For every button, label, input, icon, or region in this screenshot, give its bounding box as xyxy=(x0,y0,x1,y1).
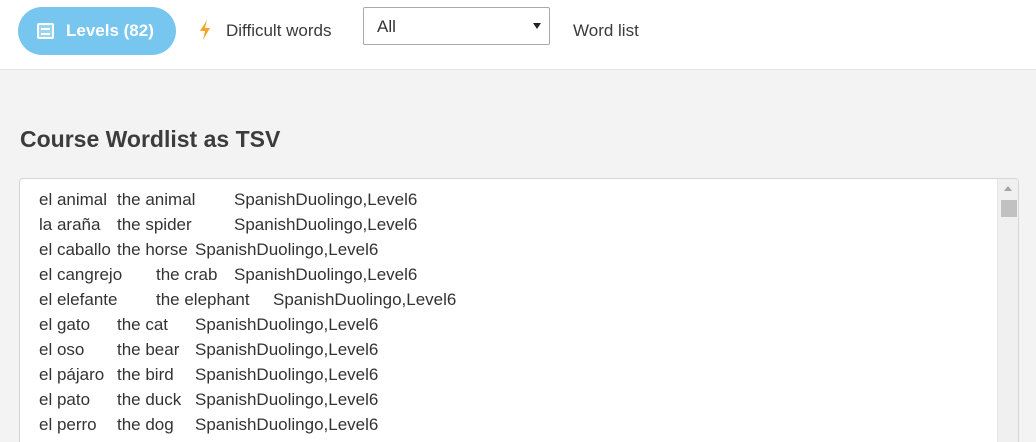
wordlist-row: el elefante the elephant SpanishDuolingo… xyxy=(39,290,639,315)
wordlist-row: el caballo the horse SpanishDuolingo,Lev… xyxy=(39,240,639,265)
spanish-word: el cangrejo xyxy=(39,265,123,284)
spanish-word: el elefante xyxy=(39,290,118,309)
tags: SpanishDuolingo,Level6 xyxy=(234,265,418,284)
chevron-down-icon xyxy=(533,23,541,29)
levels-button-label: Levels (82) xyxy=(66,21,154,40)
spanish-word: el oso xyxy=(39,340,85,359)
english-word: the dog xyxy=(117,415,174,434)
spanish-word: el gato xyxy=(39,315,91,334)
tags: SpanishDuolingo,Level6 xyxy=(195,390,379,409)
tags: SpanishDuolingo,Level6 xyxy=(195,415,379,434)
top-navigation-bar: Levels (82) Difficult words All Word lis… xyxy=(0,0,1036,70)
difficult-words-link[interactable]: Difficult words xyxy=(226,21,332,41)
tags: SpanishDuolingo,Level6 xyxy=(234,215,418,234)
english-word: the duck xyxy=(117,390,182,409)
lightning-bolt-icon[interactable] xyxy=(196,18,214,42)
spanish-word: el perro xyxy=(39,415,97,434)
vertical-scrollbar[interactable] xyxy=(997,179,1018,442)
wordlist-row: la araña the spider SpanishDuolingo,Leve… xyxy=(39,215,639,240)
english-word: the bear xyxy=(117,340,180,359)
english-word: the spider xyxy=(117,215,192,234)
spanish-word: el caballo xyxy=(39,240,111,259)
spanish-word: la araña xyxy=(39,215,101,234)
scrollbar-thumb[interactable] xyxy=(1001,200,1017,217)
tags: SpanishDuolingo,Level6 xyxy=(195,365,379,384)
wordlist-row: el gato the cat SpanishDuolingo,Level6 xyxy=(39,315,639,340)
wordlist-row: el perro the dog SpanishDuolingo,Level6 xyxy=(39,415,639,440)
wordlist-rows: el animal the animal SpanishDuolingo,Lev… xyxy=(39,190,639,440)
page-title: Course Wordlist as TSV xyxy=(20,126,281,152)
select-value: All xyxy=(377,17,396,36)
levels-button[interactable]: Levels (82) xyxy=(18,7,176,55)
level-filter-select[interactable]: All xyxy=(363,7,550,45)
wordlist-row: el pato the duck SpanishDuolingo,Level6 xyxy=(39,390,639,415)
word-list-link[interactable]: Word list xyxy=(573,21,639,41)
spanish-word: el pájaro xyxy=(39,365,105,384)
wordlist-row: el cangrejo the crab SpanishDuolingo,Lev… xyxy=(39,265,639,290)
wordlist-row: el animal the animal SpanishDuolingo,Lev… xyxy=(39,190,639,215)
wordlist-row: el pájaro the bird SpanishDuolingo,Level… xyxy=(39,365,639,390)
tags: SpanishDuolingo,Level6 xyxy=(195,340,379,359)
tags: SpanishDuolingo,Level6 xyxy=(273,290,457,309)
spanish-word: el animal xyxy=(39,190,108,209)
spanish-word: el pato xyxy=(39,390,91,409)
english-word: the crab xyxy=(156,265,218,284)
tags: SpanishDuolingo,Level6 xyxy=(195,240,379,259)
tags: SpanishDuolingo,Level6 xyxy=(195,315,379,334)
english-word: the horse xyxy=(117,240,188,259)
list-icon xyxy=(37,23,54,39)
english-word: the elephant xyxy=(156,290,250,309)
wordlist-textarea[interactable]: el animal the animal SpanishDuolingo,Lev… xyxy=(19,178,1019,442)
english-word: the cat xyxy=(117,315,169,334)
wordlist-row: el oso the bear SpanishDuolingo,Level6 xyxy=(39,340,639,365)
tags: SpanishDuolingo,Level6 xyxy=(234,190,418,209)
english-word: the animal xyxy=(117,190,196,209)
scroll-up-arrow-icon[interactable] xyxy=(1004,186,1012,191)
english-word: the bird xyxy=(117,365,174,384)
